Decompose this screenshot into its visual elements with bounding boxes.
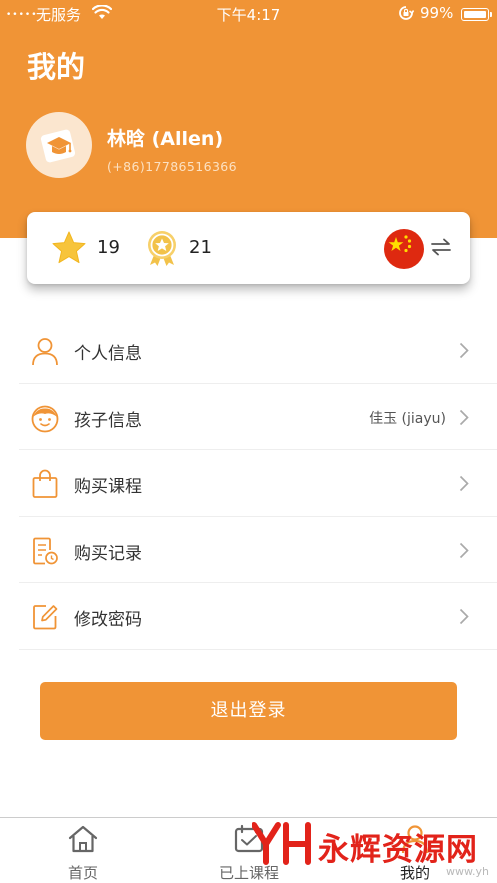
chevron-right-icon	[459, 409, 469, 430]
tab-mine[interactable]: 我的	[332, 818, 497, 883]
tab-label: 已上课程	[218, 864, 279, 882]
chevron-right-icon	[459, 342, 469, 363]
child-face-icon	[30, 403, 60, 437]
menu-item-label: 购买课程	[74, 477, 142, 497]
battery-icon	[461, 8, 492, 21]
battery-percent: 99%	[420, 4, 454, 22]
person-icon	[30, 336, 60, 370]
menu-item-personal-info[interactable]: 个人信息	[19, 317, 497, 384]
menu-item-label: 个人信息	[74, 344, 142, 364]
menu-item-change-password[interactable]: 修改密码	[19, 583, 497, 650]
shopping-bag-icon	[30, 469, 60, 503]
stats-card: 19 21	[27, 212, 470, 284]
user-phone: (+86)17786516366	[107, 159, 238, 174]
medal-icon	[143, 229, 181, 271]
graduation-cap-icon	[39, 126, 79, 170]
edit-icon	[30, 602, 60, 636]
chevron-right-icon	[459, 608, 469, 629]
logout-button[interactable]: 退出登录	[40, 682, 457, 740]
star-count: 19	[97, 237, 120, 258]
child-name-value: 佳玉 (jiayu)	[369, 410, 446, 427]
settings-menu: 个人信息 孩子信息 佳玉 (jiayu) 购买课程 购买记录 修改密码	[19, 317, 497, 650]
tab-home[interactable]: 首页	[0, 818, 166, 883]
menu-item-label: 购买记录	[74, 543, 142, 564]
menu-item-child-info[interactable]: 孩子信息 佳玉 (jiayu)	[19, 384, 497, 450]
menu-item-label: 修改密码	[74, 610, 142, 630]
avatar[interactable]	[26, 112, 92, 178]
chevron-right-icon	[459, 475, 469, 496]
china-flag-icon[interactable]	[383, 228, 425, 274]
page-title: 我的	[27, 50, 86, 84]
profile-icon	[399, 824, 431, 858]
tab-attended-courses[interactable]: 已上课程	[166, 818, 332, 883]
calendar-icon	[233, 824, 265, 858]
chevron-right-icon	[459, 542, 469, 563]
user-name: 林晗 (Allen)	[107, 128, 224, 150]
tab-label: 我的	[399, 864, 430, 882]
medal-count: 21	[189, 237, 212, 258]
home-icon	[67, 824, 99, 858]
receipt-clock-icon	[30, 536, 60, 570]
menu-item-purchase-history[interactable]: 购买记录	[19, 517, 497, 583]
tab-bar: 首页 已上课程 我的	[0, 817, 497, 883]
menu-item-buy-courses[interactable]: 购买课程	[19, 450, 497, 517]
tab-label: 首页	[67, 864, 98, 882]
menu-item-label: 孩子信息	[74, 410, 142, 431]
orientation-lock-icon	[398, 5, 415, 25]
status-bar: ••••• 无服务 下午4:17 99%	[0, 0, 497, 28]
swap-arrows-icon[interactable]	[431, 238, 451, 260]
star-icon	[51, 230, 87, 270]
